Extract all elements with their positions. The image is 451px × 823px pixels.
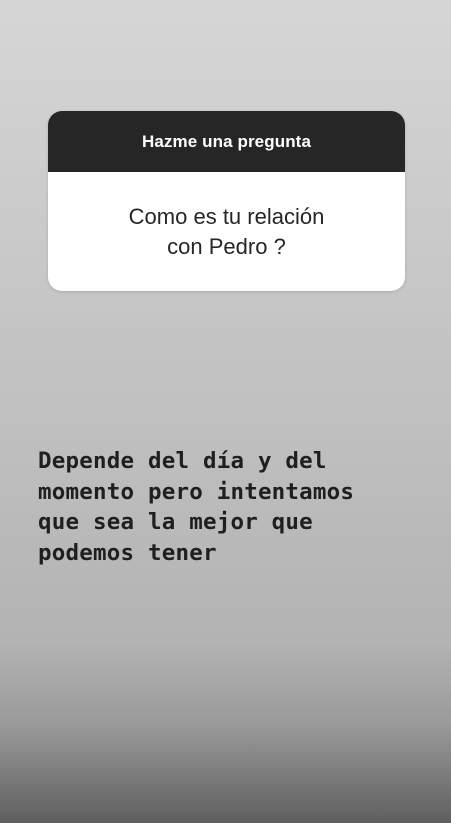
- answer-line-2: momento pero intentamos: [38, 478, 355, 505]
- question-sticker[interactable]: Hazme una pregunta Como es tu relación c…: [48, 111, 405, 291]
- question-sticker-header: Hazme una pregunta: [48, 111, 405, 172]
- question-sticker-body: Como es tu relación con Pedro ?: [48, 172, 405, 291]
- answer-line-1: Depende del día y del: [38, 448, 327, 474]
- answer-text: Depende del día y del momento pero inten…: [38, 446, 438, 568]
- question-text-line-1: Como es tu relación: [128, 203, 325, 229]
- answer-line-4: podemos tener: [38, 539, 217, 566]
- question-text-line-2: con Pedro ?: [167, 233, 286, 259]
- answer-line-3: que sea la mejor que: [38, 509, 313, 535]
- question-text: Como es tu relación con Pedro ?: [129, 202, 325, 262]
